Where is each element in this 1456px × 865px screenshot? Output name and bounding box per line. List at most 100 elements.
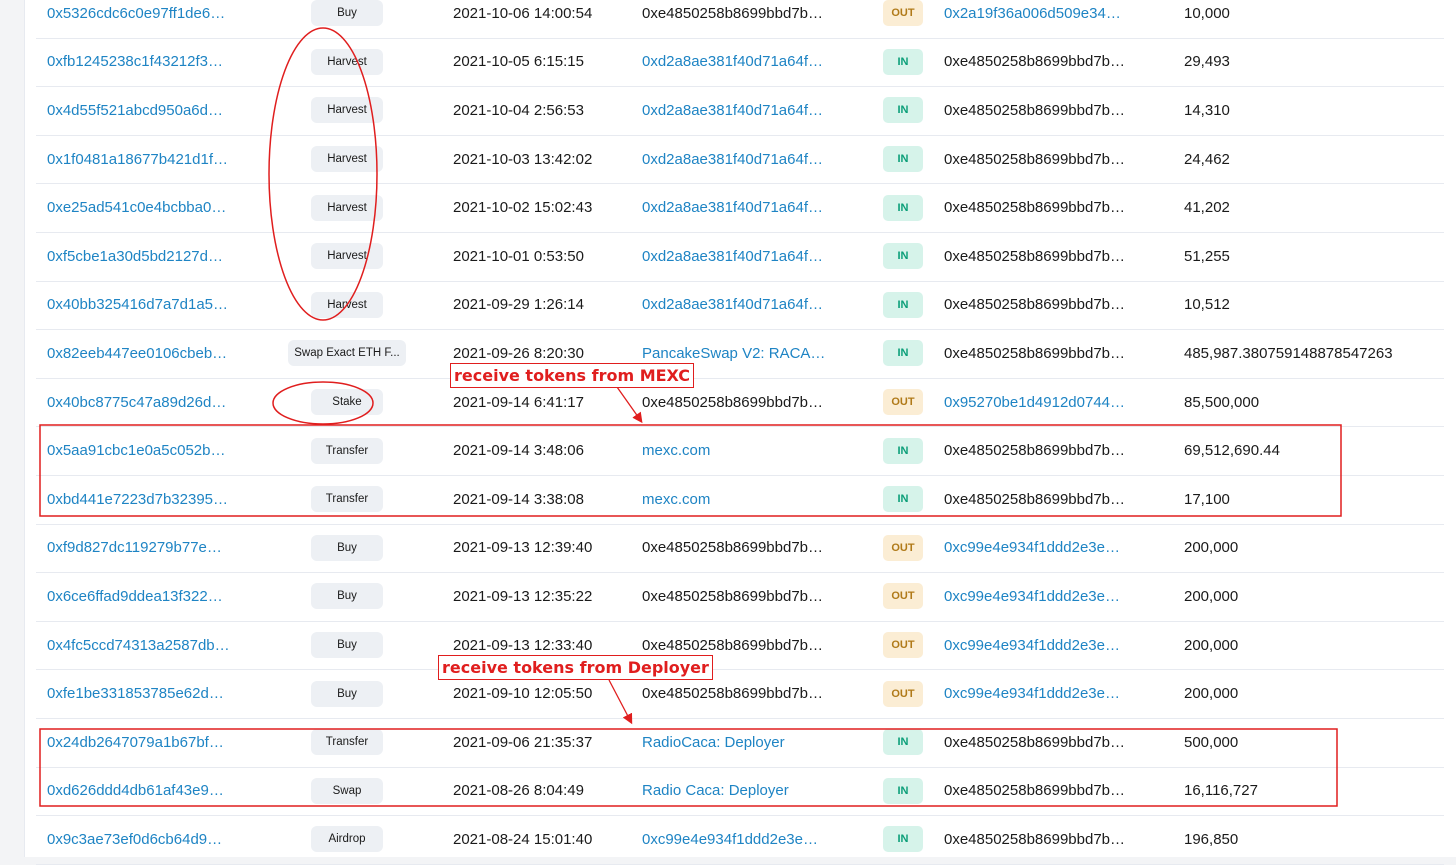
direction-cell: IN xyxy=(882,135,924,184)
direction-badge: OUT xyxy=(883,583,923,610)
mexc-annotation-label: receive tokens from MEXC xyxy=(450,363,695,388)
method-cell: Harvest xyxy=(287,232,407,281)
token-amount: 485,987.380759148878547263 xyxy=(1184,344,1393,362)
from-address[interactable]: 0xd2a8ae381f40d71a64f… xyxy=(642,183,823,232)
table-row: 0xe25ad541c0e4bcbba0… Harvest 2021-10-02 1… xyxy=(36,183,1444,233)
to-address[interactable]: 0x95270be1d4912d0744… xyxy=(944,378,1125,427)
to-address: 0xe4850258b8699bbd7b… xyxy=(944,101,1126,119)
method-cell: Harvest xyxy=(287,86,407,135)
tx-hash-link[interactable]: 0xf5cbe1a30d5bd2127d… xyxy=(47,232,223,281)
tx-datetime: 2021-09-14 3:48:06 xyxy=(453,442,584,460)
method-cell: Airdrop xyxy=(287,815,407,864)
to-address: 0xe4850258b8699bbd7b… xyxy=(944,782,1126,800)
method-badge: Stake xyxy=(311,389,383,416)
table-row: 0x82eeb447ee0106cbeb… Swap Exact ETH F...… xyxy=(36,329,1444,379)
tx-hash-link[interactable]: 0x9c3ae73ef0d6cb64d9… xyxy=(47,815,222,864)
tx-datetime: 2021-10-03 13:42:02 xyxy=(453,150,593,168)
direction-cell: IN xyxy=(882,183,924,232)
token-amount: 16,116,727 xyxy=(1184,782,1258,800)
token-amount: 24,462 xyxy=(1184,150,1230,168)
tx-datetime: 2021-09-06 21:35:37 xyxy=(453,733,593,751)
tx-hash-link[interactable]: 0xbd441e7223d7b32395… xyxy=(47,475,228,524)
direction-cell: IN xyxy=(882,232,924,281)
to-address[interactable]: 0xc99e4e934f1ddd2e3e… xyxy=(944,621,1120,670)
method-cell: Harvest xyxy=(287,183,407,232)
tx-datetime: 2021-08-26 8:04:49 xyxy=(453,782,584,800)
tx-hash-link[interactable]: 0x4d55f521abcd950a6d… xyxy=(47,86,223,135)
to-address[interactable]: 0xc99e4e934f1ddd2e3e… xyxy=(944,572,1120,621)
from-address[interactable]: mexc.com xyxy=(642,475,710,524)
tx-datetime: 2021-10-04 2:56:53 xyxy=(453,101,584,119)
tx-hash-link[interactable]: 0x5aa91cbc1e0a5c052b… xyxy=(47,426,225,475)
token-amount: 14,310 xyxy=(1184,101,1230,119)
method-cell: Transfer xyxy=(287,718,407,767)
to-address[interactable]: 0xc99e4e934f1ddd2e3e… xyxy=(944,669,1120,718)
to-address: 0xe4850258b8699bbd7b… xyxy=(944,442,1126,460)
table-row: 0x40bb325416d7a7d1a5… Harvest 2021-09-29 1… xyxy=(36,281,1444,331)
token-amount: 200,000 xyxy=(1184,587,1239,605)
from-address[interactable]: 0xd2a8ae381f40d71a64f… xyxy=(642,232,823,281)
tx-datetime: 2021-08-24 15:01:40 xyxy=(453,830,593,848)
table-row: 0x1f0481a18677b421d1f… Harvest 2021-10-03 … xyxy=(36,135,1444,185)
method-cell: Buy xyxy=(287,669,407,718)
direction-cell: OUT xyxy=(882,621,924,670)
tx-hash-link[interactable]: 0xfe1be331853785e62d… xyxy=(47,669,224,718)
to-address[interactable]: 0xc99e4e934f1ddd2e3e… xyxy=(944,524,1120,573)
tx-hash-link[interactable]: 0x1f0481a18677b421d1f… xyxy=(47,135,228,184)
method-badge: Transfer xyxy=(311,437,383,464)
direction-badge: IN xyxy=(883,291,923,318)
from-address[interactable]: mexc.com xyxy=(642,426,710,475)
method-cell: Harvest xyxy=(287,135,407,184)
tx-hash-link[interactable]: 0x82eeb447ee0106cbeb… xyxy=(47,329,227,378)
from-address[interactable]: 0xd2a8ae381f40d71a64f… xyxy=(642,281,823,330)
direction-badge: IN xyxy=(883,97,923,124)
direction-badge: IN xyxy=(883,194,923,221)
method-badge: Buy xyxy=(311,583,383,610)
table-row: 0xfb1245238c1f43212f3… Harvest 2021-10-05 … xyxy=(36,38,1444,88)
token-amount: 41,202 xyxy=(1184,199,1230,217)
method-badge: Harvest xyxy=(311,291,383,318)
method-badge: Airdrop xyxy=(311,826,383,853)
method-badge: Transfer xyxy=(311,729,383,756)
tx-hash-link[interactable]: 0xfb1245238c1f43212f3… xyxy=(47,38,223,87)
method-cell: Transfer xyxy=(287,475,407,524)
table-row: 0xfe1be331853785e62d… Buy 2021-09-10 12:05… xyxy=(36,669,1444,719)
tx-hash-link[interactable]: 0x40bc8775c47a89d26d… xyxy=(47,378,226,427)
method-cell: Buy xyxy=(287,524,407,573)
tx-datetime: 2021-09-13 12:35:22 xyxy=(453,587,593,605)
table-row: 0xd626ddd4db61af43e9… Swap 2021-08-26 8:04… xyxy=(36,767,1444,817)
from-address[interactable]: 0xc99e4e934f1ddd2e3e… xyxy=(642,815,818,864)
from-address[interactable]: 0xd2a8ae381f40d71a64f… xyxy=(642,135,823,184)
tx-datetime: 2021-09-29 1:26:14 xyxy=(453,296,584,314)
direction-cell: IN xyxy=(882,329,924,378)
method-badge: Buy xyxy=(311,632,383,659)
direction-cell: OUT xyxy=(882,524,924,573)
tx-hash-link[interactable]: 0x40bb325416d7a7d1a5… xyxy=(47,281,228,330)
tx-hash-link[interactable]: 0xe25ad541c0e4bcbba0… xyxy=(47,183,226,232)
direction-badge: OUT xyxy=(883,0,923,27)
direction-cell: IN xyxy=(882,281,924,330)
method-badge: Buy xyxy=(311,0,383,27)
tx-hash-link[interactable]: 0x24db2647079a1b67bf… xyxy=(47,718,224,767)
direction-cell: IN xyxy=(882,718,924,767)
from-address[interactable]: RadioCaca: Deployer xyxy=(642,718,785,767)
tx-hash-link[interactable]: 0xd626ddd4db61af43e9… xyxy=(47,767,224,816)
to-address[interactable]: 0x2a19f36a006d509e34… xyxy=(944,0,1121,38)
token-amount: 29,493 xyxy=(1184,53,1230,71)
direction-badge: OUT xyxy=(883,632,923,659)
from-address[interactable]: 0xd2a8ae381f40d71a64f… xyxy=(642,86,823,135)
token-amount: 10,000 xyxy=(1184,4,1230,22)
method-cell: Harvest xyxy=(287,281,407,330)
token-amount: 10,512 xyxy=(1184,296,1230,314)
from-address[interactable]: Radio Caca: Deployer xyxy=(642,767,789,816)
tx-hash-link[interactable]: 0x6ce6ffad9ddea13f322… xyxy=(47,572,223,621)
to-address: 0xe4850258b8699bbd7b… xyxy=(944,296,1126,314)
from-address[interactable]: 0xd2a8ae381f40d71a64f… xyxy=(642,38,823,87)
direction-badge: OUT xyxy=(883,534,923,561)
to-address: 0xe4850258b8699bbd7b… xyxy=(944,199,1126,217)
tx-datetime: 2021-10-02 15:02:43 xyxy=(453,199,593,217)
tx-hash-link[interactable]: 0xf9d827dc119279b77e… xyxy=(47,524,222,573)
tx-hash-link[interactable]: 0x4fc5ccd74313a2587db… xyxy=(47,621,230,670)
tx-hash-link[interactable]: 0x5326cdc6c0e97ff1de6… xyxy=(47,0,225,38)
method-cell: Swap xyxy=(287,767,407,816)
